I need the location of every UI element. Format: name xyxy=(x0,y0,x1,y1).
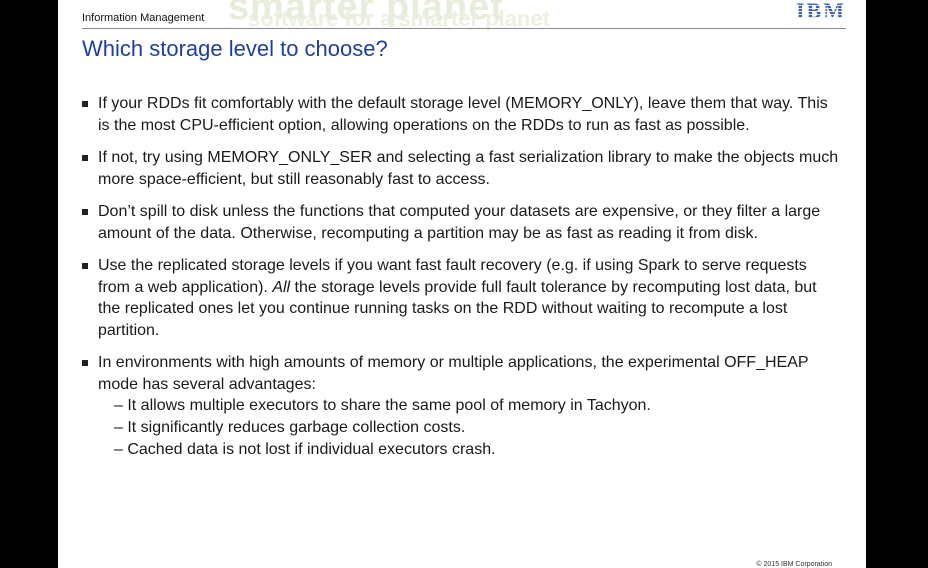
square-bullet-icon xyxy=(82,101,88,107)
square-bullet-icon xyxy=(82,360,88,366)
sub-bullet-item: – It allows multiple executors to share … xyxy=(114,397,651,414)
bullet-list: If your RDDs fit comfortably with the de… xyxy=(82,93,842,472)
slide-title: Which storage level to choose? xyxy=(82,36,388,61)
presentation-slide: smarter planet software for a smarter pl… xyxy=(58,0,866,568)
sub-bullet-item: – It significantly reduces garbage colle… xyxy=(114,419,466,436)
square-bullet-icon xyxy=(82,155,88,161)
bullet-item: If your RDDs fit comfortably with the de… xyxy=(82,93,842,136)
square-bullet-icon xyxy=(82,209,88,215)
video-frame: smarter planet software for a smarter pl… xyxy=(0,0,928,568)
sub-bullet-list: – It allows multiple executors to share … xyxy=(98,395,842,461)
sub-bullet-item: – Cached data is not lost if individual … xyxy=(114,441,496,458)
square-bullet-icon xyxy=(82,263,88,269)
bullet-text: If not, try using MEMORY_ONLY_SER and se… xyxy=(98,149,839,188)
header-divider xyxy=(82,28,846,29)
bullet-text: If your RDDs fit comfortably with the de… xyxy=(98,95,828,134)
bullet-item: In environments with high amounts of mem… xyxy=(82,352,842,461)
ibm-logo: IBM xyxy=(792,0,846,22)
bullet-emphasis: All xyxy=(272,278,291,296)
section-label: Information Management xyxy=(82,12,205,24)
bullet-text: In environments with high amounts of mem… xyxy=(98,354,809,393)
bullet-item: If not, try using MEMORY_ONLY_SER and se… xyxy=(82,147,842,190)
bullet-text: Don’t spill to disk unless the functions… xyxy=(98,203,821,242)
bullet-item: Use the replicated storage levels if you… xyxy=(82,255,842,341)
copyright-footer: © 2015 IBM Corporation xyxy=(756,561,832,568)
bullet-item: Don’t spill to disk unless the functions… xyxy=(82,201,842,244)
